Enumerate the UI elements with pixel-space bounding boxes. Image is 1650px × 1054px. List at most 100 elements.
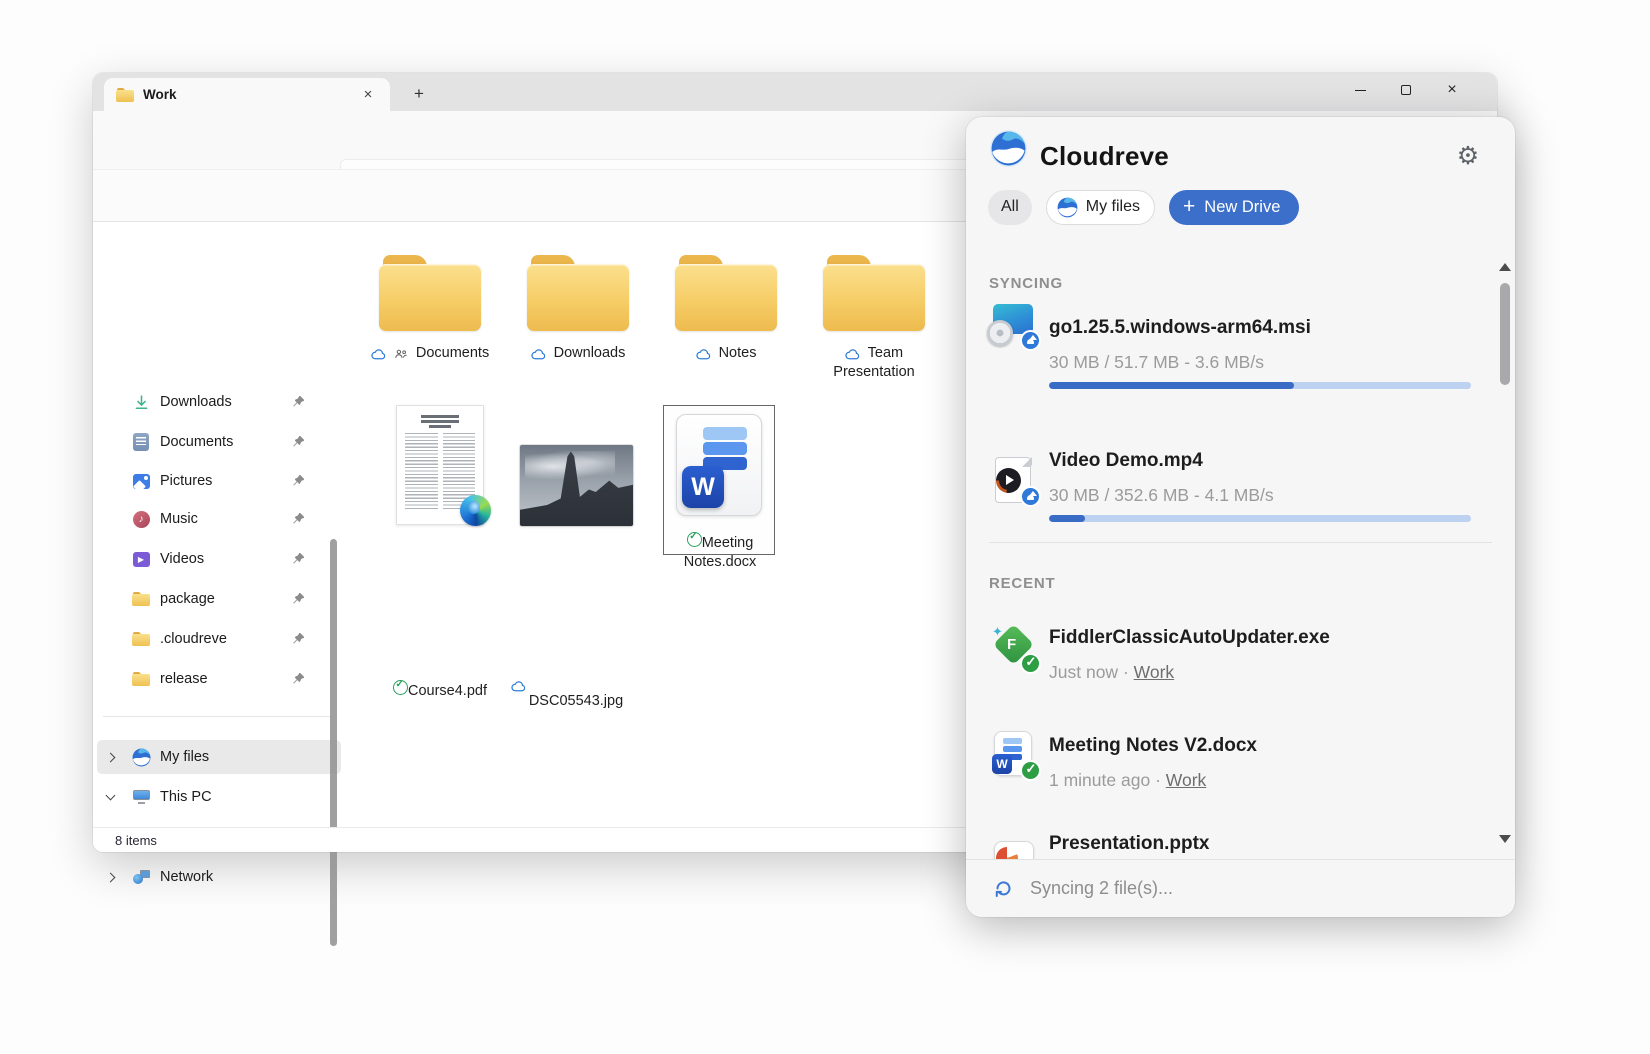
- file-label-course4-pdf[interactable]: Course4.pdf: [375, 680, 505, 701]
- folder-item-documents[interactable]: Documents: [364, 255, 496, 363]
- synced-check-icon: [687, 532, 702, 547]
- sidebar-item-cloudreve-folder[interactable]: .cloudreve: [97, 622, 341, 656]
- file-item-dsc05543-jpg[interactable]: [520, 445, 633, 526]
- pdf-text-line: [429, 425, 451, 428]
- sidebar-item-label: Downloads: [160, 394, 232, 410]
- folder-item-team-presentation[interactable]: Team Presentation: [808, 255, 940, 382]
- panel-title: Cloudreve: [1040, 141, 1169, 172]
- scroll-up-arrow-icon[interactable]: [1499, 263, 1511, 271]
- sync-item-name[interactable]: Video Demo.mp4: [1049, 450, 1203, 472]
- separator: ·: [1123, 662, 1129, 682]
- new-tab-button[interactable]: +: [405, 81, 433, 107]
- tab-work[interactable]: Work ×: [104, 78, 390, 111]
- desktop: Work × + × ← → ↑: [0, 0, 1650, 1054]
- close-icon: ×: [1447, 82, 1456, 98]
- sidebar-item-downloads[interactable]: Downloads: [97, 385, 341, 419]
- file-item-course4-pdf[interactable]: [396, 405, 484, 525]
- synced-check-badge-icon: [1020, 653, 1041, 674]
- sidebar-item-label: Documents: [160, 434, 233, 450]
- pin-icon: [291, 474, 305, 488]
- sidebar-item-network[interactable]: Network: [97, 860, 341, 894]
- sync-status-icon: [993, 878, 1014, 899]
- tab-title: Work: [143, 87, 177, 102]
- folder-icon: [379, 255, 481, 331]
- filter-chip-my-files[interactable]: My files: [1046, 190, 1155, 225]
- pin-icon: [291, 672, 305, 686]
- recent-item-location-link[interactable]: Work: [1166, 770, 1207, 790]
- pdf-body-text: [405, 433, 475, 509]
- sidebar-item-label: Pictures: [160, 473, 212, 489]
- music-icon: ♪: [131, 509, 151, 529]
- recent-item-time: Just now: [1049, 662, 1118, 682]
- sidebar-item-documents[interactable]: Documents: [97, 425, 341, 459]
- items-count: 8 items: [115, 833, 157, 848]
- new-drive-button[interactable]: + New Drive: [1169, 190, 1299, 225]
- recent-item-name[interactable]: Meeting Notes V2.docx: [1049, 735, 1257, 757]
- tab-close-icon[interactable]: ×: [358, 85, 378, 105]
- minimize-button[interactable]: [1337, 73, 1383, 107]
- pictures-icon: [131, 471, 151, 491]
- cloud-sync-icon: [371, 348, 386, 360]
- recent-item-location-link[interactable]: Work: [1134, 662, 1175, 682]
- pin-icon: [291, 435, 305, 449]
- folder-name: Documents: [416, 345, 489, 361]
- cloud-sync-icon: [696, 348, 711, 360]
- recent-item-meta: Just now · Work: [1049, 662, 1174, 683]
- file-name: DSC05543.jpg: [529, 693, 623, 709]
- sidebar-item-label: This PC: [160, 789, 212, 805]
- settings-gear-icon[interactable]: ⚙: [1453, 141, 1483, 171]
- recent-item-name[interactable]: Presentation.pptx: [1049, 833, 1209, 855]
- folder-icon: [131, 629, 151, 649]
- sidebar-item-music[interactable]: ♪ Music: [97, 502, 341, 536]
- sidebar-item-label: .cloudreve: [160, 631, 227, 647]
- chip-label: My files: [1086, 198, 1140, 216]
- close-button[interactable]: ×: [1429, 73, 1475, 107]
- expand-chevron-icon[interactable]: [106, 872, 116, 882]
- sidebar-item-pictures[interactable]: Pictures: [97, 464, 341, 498]
- folder-name: Downloads: [554, 345, 626, 361]
- sidebar-divider: [103, 716, 333, 717]
- downloads-icon: [131, 392, 151, 412]
- sidebar-item-label: Videos: [160, 551, 204, 567]
- folder-icon: [823, 255, 925, 331]
- panel-scrollbar[interactable]: [1500, 283, 1510, 385]
- edge-app-badge-icon: [460, 495, 491, 526]
- sidebar-item-package[interactable]: package: [97, 582, 341, 616]
- msi-installer-icon: [990, 301, 1036, 347]
- folder-item-downloads[interactable]: Downloads: [512, 255, 644, 363]
- sidebar-item-this-pc[interactable]: This PC: [97, 780, 341, 814]
- recent-item-name[interactable]: FiddlerClassicAutoUpdater.exe: [1049, 627, 1330, 649]
- file-item-meeting-notes-docx-selected[interactable]: Meeting Notes.docx: [663, 405, 775, 555]
- expand-chevron-icon[interactable]: [106, 752, 116, 762]
- folder-item-notes[interactable]: Notes: [660, 255, 792, 363]
- pin-icon: [291, 552, 305, 566]
- video-file-icon: [990, 457, 1036, 503]
- sync-item-name[interactable]: go1.25.5.windows-arm64.msi: [1049, 317, 1311, 339]
- sidebar-item-release[interactable]: release: [97, 662, 341, 696]
- scroll-down-arrow-icon[interactable]: [1499, 835, 1511, 843]
- cloudreve-panel: Cloudreve ⚙ All My files + New Drive SYN…: [966, 117, 1515, 917]
- word-document-icon: [676, 414, 762, 516]
- word-w-tile-icon: [992, 754, 1012, 774]
- folder-icon: [116, 88, 134, 102]
- maximize-button[interactable]: [1383, 73, 1429, 107]
- cloud-upload-badge-icon: [1020, 330, 1041, 351]
- file-label-dsc05543-jpg[interactable]: DSC05543.jpg: [511, 680, 641, 711]
- filter-chip-all[interactable]: All: [988, 190, 1032, 225]
- drive-filter-chips: All My files + New Drive: [988, 189, 1299, 225]
- pdf-text-line: [421, 415, 459, 418]
- maximize-icon: [1401, 85, 1411, 95]
- cloudreve-drive-icon: [1057, 197, 1078, 218]
- sidebar: Downloads Documents Pictures ♪ Music ▶ V…: [93, 222, 345, 827]
- sidebar-item-my-files[interactable]: My files: [97, 740, 341, 774]
- chip-label: New Drive: [1204, 198, 1280, 217]
- pin-icon: [291, 512, 305, 526]
- collapse-chevron-icon[interactable]: [106, 790, 116, 800]
- sidebar-item-videos[interactable]: ▶ Videos: [97, 542, 341, 576]
- separator: ·: [1155, 770, 1161, 790]
- videos-icon: ▶: [131, 549, 151, 569]
- panel-list: SYNCING go1.25.5.windows-arm64.msi 30 MB…: [966, 237, 1515, 859]
- folder-icon: [131, 589, 151, 609]
- sidebar-scrollbar[interactable]: [330, 539, 337, 946]
- progress-bar: [1049, 515, 1471, 522]
